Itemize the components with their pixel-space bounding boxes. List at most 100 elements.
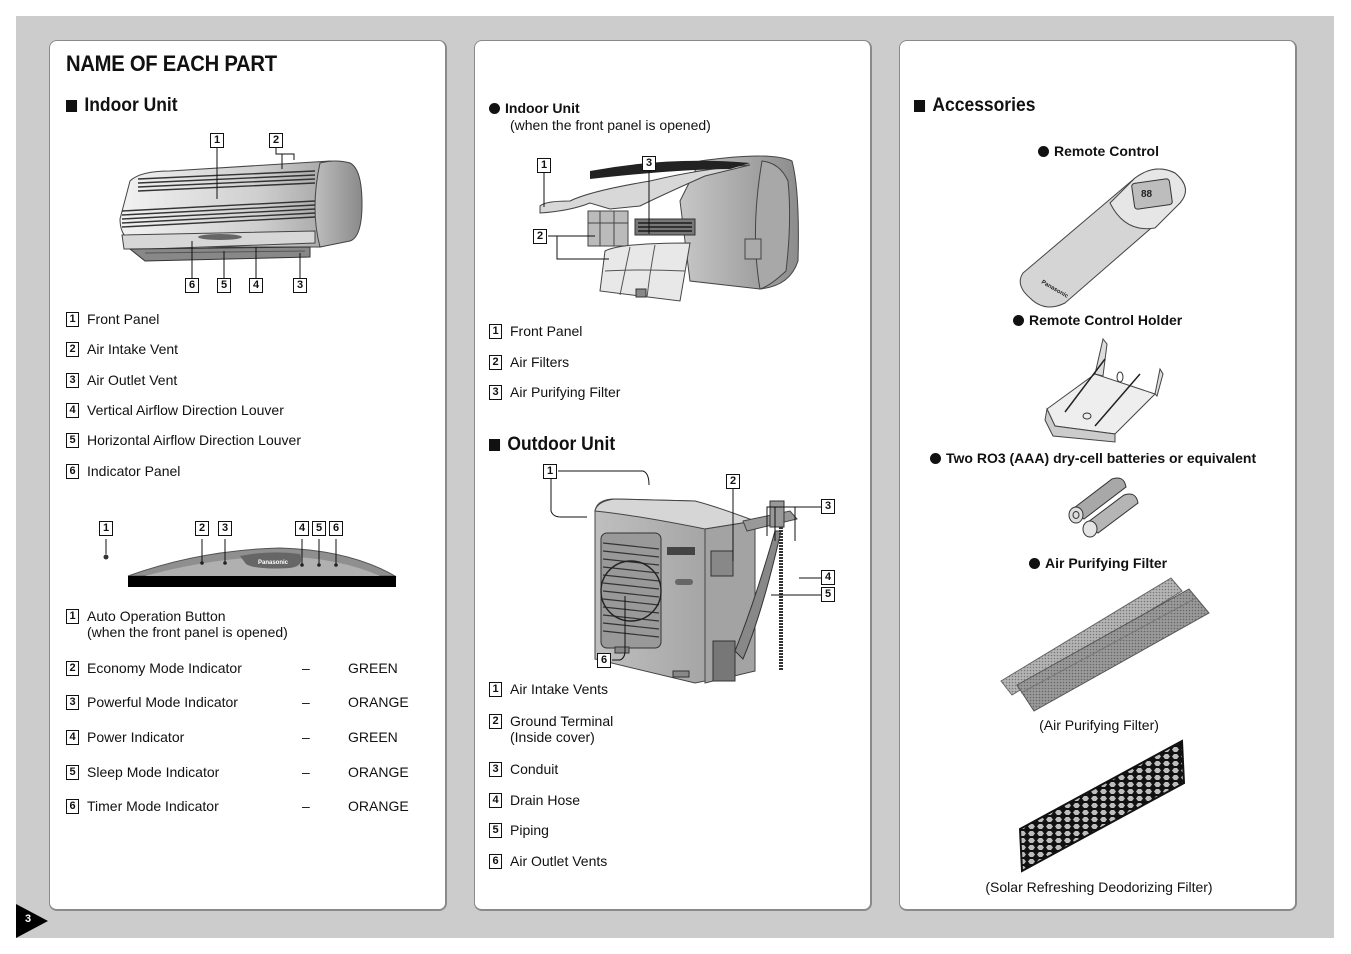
part-number: 4 [489, 793, 502, 808]
round-bullet-icon [1038, 145, 1049, 157]
page-number: 3 [25, 913, 32, 925]
panel-accessories: Accessories Remote Control 88 Panasonic … [899, 40, 1297, 911]
indicator-panel-base [128, 576, 396, 587]
indicator-label: Auto Operation Button (when the front pan… [87, 608, 288, 640]
accessory-heading-batteries: Two RO3 (AAA) dry-cell batteries or equi… [930, 450, 1256, 466]
indicator-callout-1: 1 [99, 521, 113, 536]
leader-lines [191, 148, 301, 278]
part-number: 1 [489, 682, 502, 697]
part-number: 4 [66, 403, 79, 418]
indicator-item: 1 Auto Operation Button (when the front pa… [66, 608, 288, 640]
indicator-item: 4 Power Indicator [66, 729, 184, 745]
indicator-callout-5: 5 [312, 521, 326, 536]
part-label: Ground Terminal (Inside cover) [510, 713, 614, 745]
accessory-label: Air Purifying Filter [1045, 555, 1168, 571]
air-purifying-filter-illustration [1000, 577, 1210, 712]
auto-operation-button[interactable] [103, 554, 109, 560]
part-item: 6 Indicator Panel [66, 463, 180, 479]
part-label: Indicator Panel [87, 463, 181, 479]
part-number: 6 [489, 854, 502, 869]
part-label: Conduit [510, 761, 559, 777]
indicator-color: ORANGE [348, 798, 409, 814]
timer-indicator-light [334, 563, 338, 567]
part-item: 5 Piping [489, 822, 549, 838]
remote-holder-illustration [1044, 337, 1164, 443]
caption-deodorizing-filter: (Solar Refreshing Deodorizing Filter) [985, 879, 1213, 895]
part-label: Air Outlet Vents [510, 853, 608, 869]
part-number: 2 [66, 661, 79, 676]
accessory-heading-remote: Remote Control [1038, 143, 1159, 159]
indicator-label: Sleep Mode Indicator [87, 764, 220, 780]
indicator-item: 5 Sleep Mode Indicator [66, 764, 219, 780]
round-bullet-icon [1029, 557, 1040, 569]
accessory-heading-air-purifying-filter: Air Purifying Filter [1029, 555, 1167, 571]
part-label: Vertical Airflow Direction Louver [87, 402, 284, 418]
deodorizing-filter-illustration [1018, 739, 1186, 873]
page-marker-arrow-icon [16, 904, 48, 938]
outdoor-leader-lines [550, 470, 821, 661]
part-label: Air Outlet Vent [87, 372, 178, 388]
part-label: Air Intake Vent [87, 341, 179, 357]
indicator-callout-6: 6 [329, 521, 343, 536]
indicator-label: Timer Mode Indicator [87, 798, 219, 814]
indicator-color: GREEN [348, 729, 398, 745]
panel-indoor-unit: NAME OF EACH PART Indoor Unit 1 2 6 5 4 … [49, 40, 447, 911]
dash: – [302, 798, 310, 814]
part-item: 6 Air Outlet Vents [489, 853, 607, 869]
dash: – [302, 764, 310, 780]
economy-indicator-light [200, 561, 204, 565]
part-label: Drain Hose [510, 792, 581, 808]
round-bullet-icon [1013, 314, 1024, 326]
dash: – [302, 660, 310, 676]
manual-page: NAME OF EACH PART Indoor Unit 1 2 6 5 4 … [16, 16, 1334, 938]
indicator-callout-4: 4 [295, 521, 309, 536]
part-number: 2 [489, 714, 502, 729]
indicator-panel-illustration: Panasonic [103, 539, 397, 587]
accessory-label: Remote Control Holder [1029, 312, 1183, 328]
part-number: 5 [66, 765, 79, 780]
accessory-label: Remote Control [1054, 143, 1159, 159]
part-item: 4 Vertical Airflow Direction Louver [66, 402, 284, 418]
indicator-label: Powerful Mode Indicator [87, 694, 238, 710]
part-label: Horizontal Airflow Direction Louver [87, 432, 301, 448]
part-item: 5 Horizontal Airflow Direction Louver [66, 432, 301, 448]
sleep-indicator-light [317, 563, 321, 567]
square-bullet-icon [914, 100, 926, 112]
remote-control-illustration: 88 Panasonic [1019, 168, 1186, 308]
indicator-label: Economy Mode Indicator [87, 660, 242, 676]
part-number: 2 [66, 342, 79, 357]
part-number: 1 [66, 312, 79, 327]
power-indicator-light [300, 563, 304, 567]
indicator-item: 3 Powerful Mode Indicator [66, 694, 238, 710]
part-number: 3 [489, 762, 502, 777]
brand-logo: Panasonic [258, 560, 289, 566]
caption-air-purifying-filter: (Air Purifying Filter) [1039, 717, 1159, 733]
indicator-item: 6 Timer Mode Indicator [66, 798, 219, 814]
indicator-sub-label: (when the front panel is opened) [87, 624, 288, 640]
indicator-callout-2: 2 [195, 521, 209, 536]
part-item: 4 Drain Hose [489, 792, 580, 808]
indicator-color: ORANGE [348, 694, 409, 710]
section-heading-text: Accessories [932, 95, 1036, 116]
part-item: 1 Air Intake Vents [489, 681, 608, 697]
batteries-illustration [1068, 477, 1139, 538]
part-label: Front Panel [87, 311, 160, 327]
part-label: Air Intake Vents [510, 681, 609, 697]
part-item: 3 Air Outlet Vent [66, 372, 177, 388]
svg-text:88: 88 [1141, 189, 1153, 200]
accessory-heading-holder: Remote Control Holder [1013, 312, 1182, 328]
dash: – [302, 729, 310, 745]
part-number: 5 [66, 433, 79, 448]
part-number: 3 [66, 695, 79, 710]
part-item: 1 Front Panel [66, 311, 159, 327]
section-heading-accessories: Accessories [914, 95, 1035, 117]
accessory-label: Two RO3 (AAA) dry-cell batteries or equi… [946, 450, 1257, 466]
part-item: 2 Air Intake Vent [66, 341, 178, 357]
indicator-color: GREEN [348, 660, 398, 676]
part-number: 1 [66, 609, 79, 624]
indicator-label: Power Indicator [87, 729, 185, 745]
part-item: 3 Conduit [489, 761, 558, 777]
powerful-indicator-light [223, 561, 227, 565]
indicator-item: 2 Economy Mode Indicator [66, 660, 242, 676]
panel-opened-and-outdoor: Indoor Unit (when the front panel is ope… [474, 40, 872, 911]
